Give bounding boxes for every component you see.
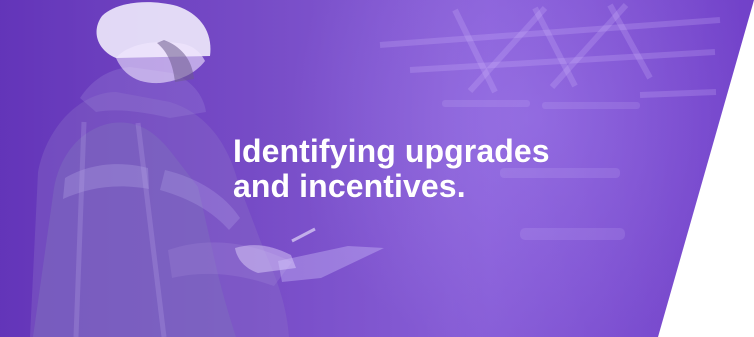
headline: Identifying upgrades and incentives. xyxy=(233,133,550,204)
hero-banner: Identifying upgrades and incentives. xyxy=(0,0,754,337)
